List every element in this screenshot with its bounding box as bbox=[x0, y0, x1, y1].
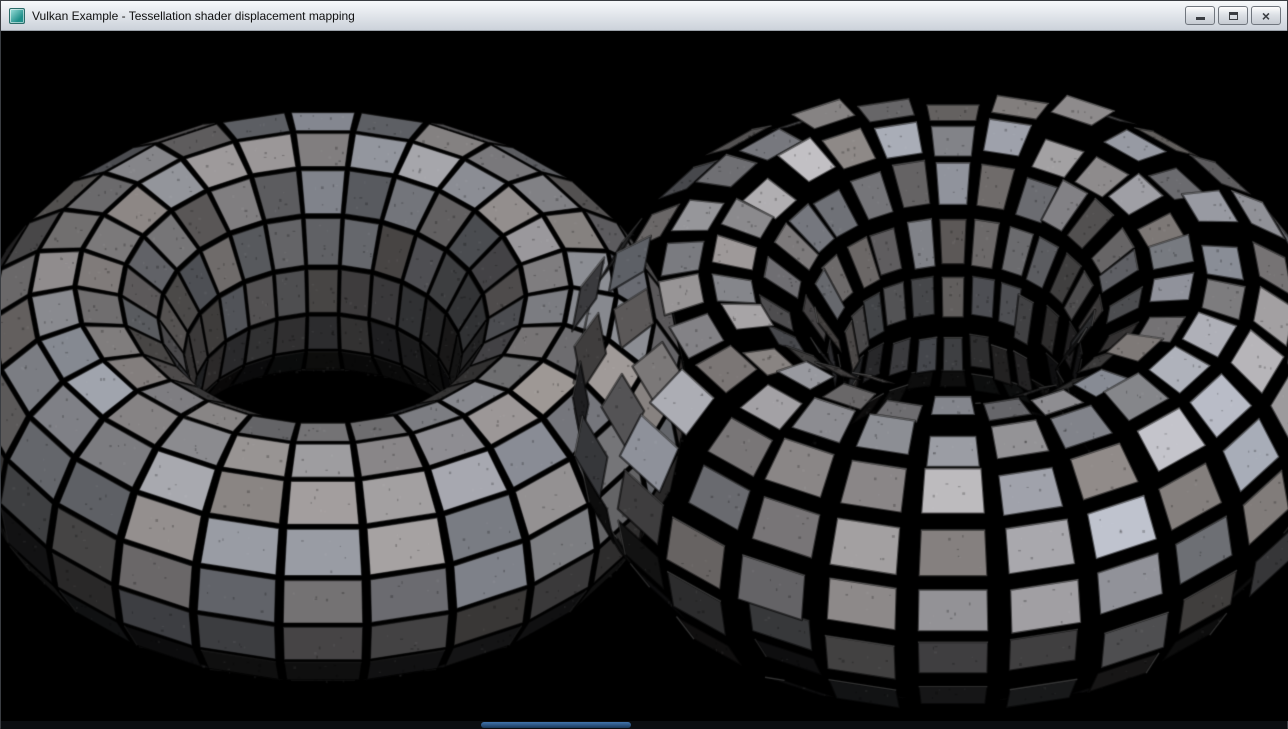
maximize-icon bbox=[1229, 12, 1238, 20]
render-canvas[interactable] bbox=[1, 31, 1288, 721]
close-button[interactable]: × bbox=[1251, 6, 1281, 25]
close-icon: × bbox=[1262, 9, 1270, 23]
window-controls: × bbox=[1185, 6, 1281, 25]
maximize-button[interactable] bbox=[1218, 6, 1248, 25]
app-icon bbox=[9, 8, 25, 24]
title-bar[interactable]: Vulkan Example - Tessellation shader dis… bbox=[1, 1, 1287, 31]
app-window: Vulkan Example - Tessellation shader dis… bbox=[0, 0, 1288, 728]
taskbar-sliver bbox=[481, 722, 631, 728]
window-title: Vulkan Example - Tessellation shader dis… bbox=[32, 9, 1185, 23]
minimize-button[interactable] bbox=[1185, 6, 1215, 25]
minimize-icon bbox=[1196, 17, 1205, 20]
